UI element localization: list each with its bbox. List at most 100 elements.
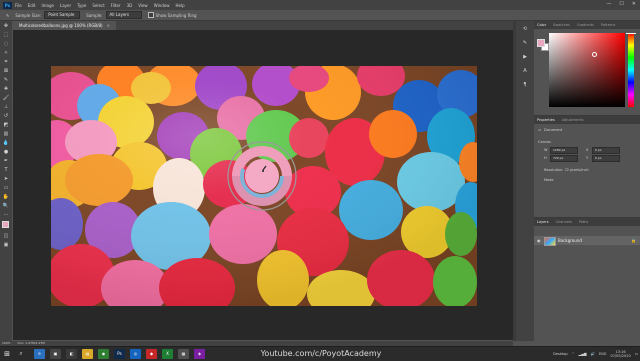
width-field[interactable]: 1280 px — [550, 147, 578, 154]
foreground-color-swatch[interactable] — [2, 221, 9, 228]
tab-gradients[interactable]: Gradients — [577, 23, 594, 27]
show-ring-checkbox[interactable] — [147, 12, 154, 18]
taskbar-app-icon[interactable]: ◎ — [130, 349, 141, 359]
eyedropper-tool-icon[interactable]: ✎ — [6, 13, 9, 18]
color-picker-cursor[interactable] — [592, 52, 597, 57]
y-field[interactable]: 0 px — [592, 155, 620, 162]
rectangle-tool-icon[interactable]: ▭ — [2, 185, 10, 192]
more-tools-icon[interactable]: ⋯ — [2, 212, 10, 219]
taskbar-app-icon[interactable]: Ps — [114, 349, 125, 359]
document-tab[interactable]: Multicoloredballoons.jpg @ 100% (RGB/8) × — [13, 21, 116, 30]
menu-edit[interactable]: Edit — [28, 3, 36, 8]
gradient-tool-icon[interactable]: ▥ — [2, 131, 10, 138]
marquee-tool-icon[interactable]: ⬚ — [2, 32, 10, 39]
taskbar-app-icon[interactable]: ◆ — [146, 349, 157, 359]
menu-select[interactable]: Select — [92, 3, 104, 8]
pen-tool-icon[interactable]: ✒ — [2, 158, 10, 165]
search-icon[interactable]: ⌕ — [14, 349, 28, 359]
language-indicator[interactable]: ENG — [599, 352, 607, 356]
frame-tool-icon[interactable]: ⊠ — [2, 68, 10, 75]
sample-size-label: Sample Size: — [15, 12, 42, 18]
taskbar-app-icon[interactable]: e — [34, 349, 45, 359]
close-window-button[interactable]: ✕ — [632, 1, 636, 7]
zoom-level[interactable]: 100% — [2, 341, 11, 345]
minimize-button[interactable]: — — [606, 1, 611, 7]
sample-select[interactable]: All Layers — [105, 11, 142, 19]
menu-window[interactable]: Window — [154, 3, 170, 8]
color-picker-field[interactable] — [549, 33, 625, 107]
layer-thumbnail — [544, 237, 556, 246]
notification-icon[interactable]: ▭ — [635, 352, 638, 356]
move-tool-icon[interactable]: ✥ — [2, 23, 10, 30]
screen-mode-icon[interactable]: ▣ — [2, 242, 10, 249]
show-ring-control[interactable]: Show Sampling Ring — [147, 12, 197, 18]
quick-mask-icon[interactable]: ◫ — [2, 233, 10, 240]
actions-icon[interactable]: ▶ — [520, 54, 530, 63]
taskbar-app-icon[interactable]: ▣ — [50, 349, 61, 359]
brush-tool-icon[interactable]: 🖌 — [2, 95, 10, 102]
taskbar-app-icon[interactable]: ◉ — [98, 349, 109, 359]
tab-properties[interactable]: Properties — [537, 118, 555, 122]
layer-name[interactable]: Background — [558, 238, 582, 243]
taskbar-app-icon[interactable]: ▦ — [178, 349, 189, 359]
path-select-tool-icon[interactable]: ➤ — [2, 176, 10, 183]
zoom-tool-icon[interactable]: 🔍 — [2, 203, 10, 210]
healing-brush-tool-icon[interactable]: ✚ — [2, 86, 10, 93]
menu-layer[interactable]: Layer — [60, 3, 71, 8]
network-icon[interactable]: ▂▄▆ — [579, 352, 587, 356]
sample-size-select[interactable]: Point Sample — [44, 11, 81, 19]
menu-filter[interactable]: Filter — [111, 3, 121, 8]
brush-settings-icon[interactable]: ✎ — [520, 40, 530, 49]
sampling-ring — [226, 140, 298, 212]
desktop-toolbar-label[interactable]: Desktop — [553, 352, 567, 356]
layer-row-background[interactable]: ◉ Background 🔒 — [534, 236, 640, 246]
tab-channels[interactable]: Channels — [556, 220, 572, 224]
tab-layers[interactable]: Layers — [537, 220, 549, 224]
history-brush-tool-icon[interactable]: ↺ — [2, 113, 10, 120]
crop-tool-icon[interactable]: ⌗ — [2, 59, 10, 66]
history-icon[interactable]: ⟲ — [520, 26, 530, 35]
lasso-tool-icon[interactable]: ◌ — [2, 41, 10, 48]
maximize-button[interactable]: ☐ — [619, 1, 623, 7]
dodge-tool-icon[interactable]: ● — [2, 149, 10, 156]
menu-3d[interactable]: 3D — [127, 3, 133, 8]
tab-adjustments[interactable]: Adjustments — [562, 118, 584, 122]
clone-stamp-tool-icon[interactable]: ⊥ — [2, 104, 10, 111]
menu-view[interactable]: View — [138, 3, 148, 8]
eraser-tool-icon[interactable]: ◩ — [2, 122, 10, 129]
blur-tool-icon[interactable]: 💧 — [2, 140, 10, 147]
hue-slider-handle[interactable] — [626, 33, 636, 34]
menu-file[interactable]: File — [15, 3, 22, 8]
tab-swatches[interactable]: Swatches — [553, 23, 570, 27]
paragraph-icon[interactable]: ¶ — [520, 82, 530, 91]
lock-icon[interactable]: 🔒 — [631, 238, 636, 243]
eyedropper-tool-icon[interactable]: ✎ — [2, 77, 10, 84]
chevron-up-icon[interactable]: ⌃ — [572, 352, 575, 356]
taskbar-app-icon[interactable]: ◧ — [66, 349, 77, 359]
hue-slider[interactable] — [626, 33, 636, 107]
type-tool-icon[interactable]: T — [2, 167, 10, 174]
visibility-eye-icon[interactable]: ◉ — [537, 238, 541, 243]
menu-help[interactable]: Help — [175, 3, 184, 8]
clock[interactable]: 13:16 07/05/2020 — [611, 350, 631, 358]
tab-paths[interactable]: Paths — [579, 220, 589, 224]
x-field[interactable]: 0 px — [592, 147, 620, 154]
properties-panel: Properties Adjustments ▭ Document Canvas… — [534, 115, 640, 214]
color-swatches-icon[interactable] — [2, 221, 12, 231]
menu-bar: Ps File Edit Image Layer Type Select Fil… — [0, 0, 640, 10]
tab-color[interactable]: Color — [537, 23, 546, 27]
height-field[interactable]: 720 px — [550, 155, 578, 162]
menu-image[interactable]: Image — [41, 3, 54, 8]
foreground-color-swatch[interactable] — [537, 39, 545, 47]
close-document-icon[interactable]: × — [107, 23, 110, 28]
tab-patterns[interactable]: Patterns — [601, 23, 615, 27]
taskbar-app-icon[interactable]: ◈ — [194, 349, 205, 359]
hand-tool-icon[interactable]: ✋ — [2, 194, 10, 201]
quick-select-tool-icon[interactable]: ✧ — [2, 50, 10, 57]
character-icon[interactable]: A — [520, 68, 530, 77]
start-button[interactable]: ⊞ — [3, 350, 11, 358]
volume-icon[interactable]: 🔊 — [591, 352, 595, 356]
taskbar-app-icon[interactable]: ▤ — [82, 349, 93, 359]
taskbar-app-icon[interactable]: X — [162, 349, 173, 359]
menu-type[interactable]: Type — [77, 3, 86, 8]
